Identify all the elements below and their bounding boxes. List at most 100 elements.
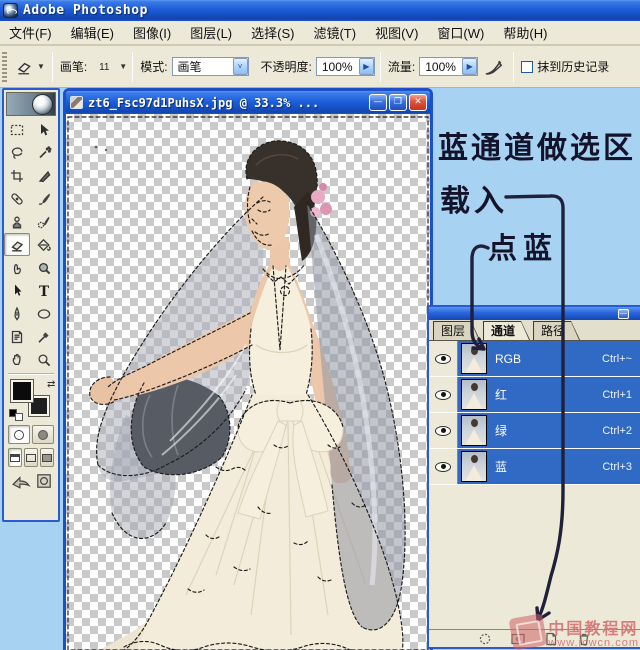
menu-bar: 文件(F) 编辑(E) 图像(I) 图层(L) 选择(S) 滤镜(T) 视图(V… [0,21,640,45]
channel-thumbnail[interactable] [461,451,487,482]
new-channel-icon[interactable] [543,632,559,646]
document-title: zt6_Fsc97d1PuhsX.jpg @ 33.3% ... [88,96,367,110]
channel-thumbnail[interactable] [461,343,487,374]
visibility-toggle[interactable] [429,413,458,448]
delete-channel-icon[interactable] [576,632,592,646]
eye-icon [435,462,451,472]
checkbox-icon[interactable] [521,61,533,73]
palette-minimize-button[interactable]: — [618,309,629,319]
foreground-color-swatch[interactable] [11,380,33,402]
healing-brush-tool[interactable] [4,187,30,210]
eye-icon [435,354,451,364]
save-selection-as-channel-icon[interactable] [510,632,526,646]
magic-wand-tool[interactable] [31,141,57,164]
menu-view[interactable]: 视图(V) [366,20,428,45]
combo-arrow-icon[interactable]: ˅ [233,58,248,75]
close-button[interactable]: ✕ [409,94,427,111]
lasso-tool[interactable] [4,141,30,164]
channel-shortcut: Ctrl+2 [602,425,632,437]
brush-tool[interactable] [31,187,57,210]
channel-row-blue[interactable]: 蓝 Ctrl+3 [429,449,640,485]
menu-file[interactable]: 文件(F) [0,20,62,45]
hand-tool[interactable] [4,348,30,371]
tab-layers[interactable]: 图层 [433,321,480,340]
toolbox-divider [8,373,54,375]
channel-thumbnail[interactable] [461,415,487,446]
options-separator [513,52,514,82]
clone-stamp-tool[interactable] [4,210,30,233]
menu-select[interactable]: 选择(S) [242,20,304,45]
fullscreen-menubar-button[interactable] [24,448,38,467]
channel-row-rgb[interactable]: RGB Ctrl+~ [429,341,640,377]
mode-combobox[interactable]: 画笔 ˅ [172,57,249,76]
paint-bucket-tool[interactable] [31,233,57,256]
notes-tool[interactable] [4,325,30,348]
channel-row-red[interactable]: 红 Ctrl+1 [429,377,640,413]
channel-thumbnail[interactable] [461,379,487,410]
flow-input[interactable]: 100% ▶ [419,57,478,76]
photoshop-app: Adobe Photoshop 文件(F) 编辑(E) 图像(I) 图层(L) … [0,0,640,650]
eraser-preset-button[interactable]: ▼ [11,58,47,76]
visibility-toggle[interactable] [429,449,458,484]
brush-size-picker[interactable]: 11 [91,60,117,73]
jump-arrow-icon[interactable] [10,472,32,490]
swap-colors-icon[interactable]: ⇄ [47,379,55,390]
channel-shortcut: Ctrl+3 [602,461,632,473]
opacity-input[interactable]: 100% ▶ [316,57,375,76]
menu-layer[interactable]: 图层(L) [181,20,242,45]
channel-row-green[interactable]: 绿 Ctrl+2 [429,413,640,449]
menu-window[interactable]: 窗口(W) [428,20,494,45]
chevron-down-icon[interactable]: ▼ [119,62,127,71]
eraser-tool[interactable] [4,233,30,256]
default-colors-icon[interactable] [9,409,23,421]
menu-image[interactable]: 图像(I) [124,20,181,45]
path-selection-tool[interactable] [4,279,30,302]
slice-tool[interactable] [31,164,57,187]
minimize-button[interactable]: — [369,94,387,111]
options-separator [380,52,381,82]
options-separator [132,52,133,82]
jump-to-imageready-row [5,469,57,490]
history-brush-tool[interactable] [31,210,57,233]
load-channel-as-selection-icon[interactable] [477,632,493,646]
document-canvas[interactable] [66,114,430,650]
eyedropper-tool[interactable] [31,325,57,348]
palette-titlebar[interactable]: — [429,307,640,320]
document-titlebar[interactable]: zt6_Fsc97d1PuhsX.jpg @ 33.3% ... — ❐ ✕ [66,91,430,114]
smudge-tool[interactable] [4,256,30,279]
adobe-online-banner[interactable] [6,92,56,116]
standard-screen-button[interactable] [8,448,22,467]
quick-mask-mode-button[interactable] [32,425,54,444]
shape-tool[interactable] [31,302,57,325]
pen-tool[interactable] [4,302,30,325]
options-grip[interactable] [2,52,7,82]
annotation-load: 载入 [440,184,508,219]
tab-paths[interactable]: 路径 [533,321,580,340]
erase-to-history-toggle[interactable]: 抹到历史记录 [519,58,609,75]
standard-mode-button[interactable] [8,425,30,444]
palette-footer [429,629,640,647]
eye-icon [435,426,451,436]
type-tool[interactable]: T [31,279,57,302]
options-bar: ▼ 画笔: 11 ▼ 模式: 画笔 ˅ 不透明度: 100% ▶ 流量: 100… [0,46,640,88]
dodge-tool[interactable] [31,256,57,279]
imageready-icon[interactable] [35,472,53,490]
flow-arrow-icon[interactable]: ▶ [462,58,477,75]
toolbox-palette: T ⇄ [2,88,60,522]
channel-shortcut: Ctrl+1 [602,389,632,401]
visibility-toggle[interactable] [429,341,458,376]
crop-tool[interactable] [4,164,30,187]
maximize-button[interactable]: ❐ [389,94,407,111]
menu-help[interactable]: 帮助(H) [494,20,557,45]
app-title: Adobe Photoshop [23,3,148,18]
rectangular-marquee-tool[interactable] [4,118,30,141]
visibility-toggle[interactable] [429,377,458,412]
zoom-tool[interactable] [31,348,57,371]
opacity-arrow-icon[interactable]: ▶ [359,58,374,75]
move-tool[interactable] [31,118,57,141]
menu-filter[interactable]: 滤镜(T) [304,20,366,45]
airbrush-icon[interactable] [481,57,505,77]
tab-channels[interactable]: 通道 [483,321,530,340]
menu-edit[interactable]: 编辑(E) [62,20,124,45]
fullscreen-button[interactable] [40,448,54,467]
